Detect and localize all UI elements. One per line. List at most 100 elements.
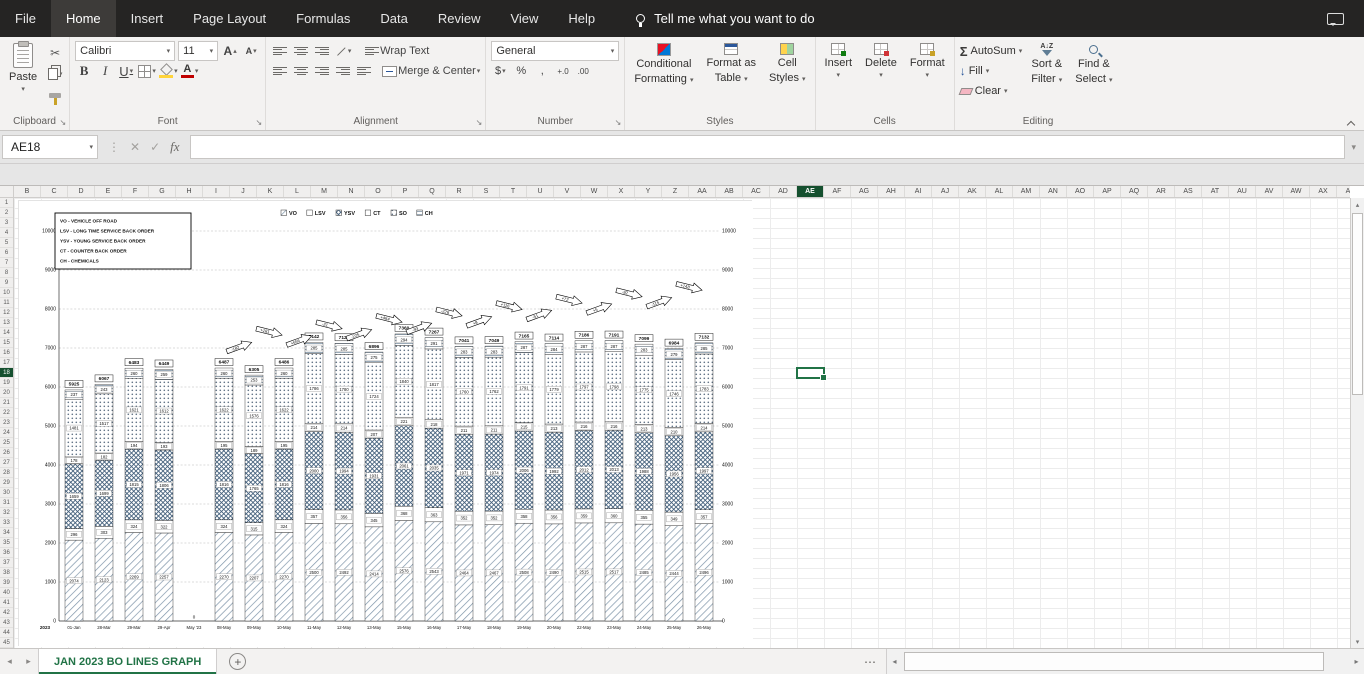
borders-button[interactable]: ▾ <box>138 62 156 80</box>
column-header-W[interactable]: W <box>581 186 608 197</box>
column-header-O[interactable]: O <box>365 186 392 197</box>
row-header-23[interactable]: 23 <box>0 418 13 428</box>
column-header-S[interactable]: S <box>473 186 500 197</box>
increase-decimal-button[interactable]: +.0 <box>554 66 571 77</box>
number-dialog-launcher[interactable]: ↘ <box>615 119 622 127</box>
top-align-button[interactable] <box>271 42 289 60</box>
format-as-table-button[interactable]: Format as Table ▾ <box>702 40 760 87</box>
row-header-31[interactable]: 31 <box>0 498 13 508</box>
column-header-AR[interactable]: AR <box>1148 186 1175 197</box>
column-header-AN[interactable]: AN <box>1040 186 1067 197</box>
row-header-6[interactable]: 6 <box>0 248 13 258</box>
comma-style-button[interactable]: , <box>533 62 551 80</box>
ribbon-tab-data[interactable]: Data <box>365 0 422 37</box>
font-color-button[interactable]: A ▾ <box>180 62 199 80</box>
column-header-G[interactable]: G <box>149 186 176 197</box>
row-header-41[interactable]: 41 <box>0 598 13 608</box>
copy-button[interactable]: ▾ <box>46 65 64 83</box>
column-header-AS[interactable]: AS <box>1175 186 1202 197</box>
decrease-font-button[interactable]: A ▾ <box>242 42 260 60</box>
fill-color-button[interactable]: ▾ <box>159 62 178 80</box>
column-header-R[interactable]: R <box>446 186 473 197</box>
row-header-32[interactable]: 32 <box>0 508 13 518</box>
ribbon-tab-view[interactable]: View <box>495 0 553 37</box>
row-header-39[interactable]: 39 <box>0 578 13 588</box>
column-header-AA[interactable]: AA <box>689 186 716 197</box>
column-header-AF[interactable]: AF <box>824 186 851 197</box>
formula-input[interactable] <box>189 135 1346 159</box>
row-header-37[interactable]: 37 <box>0 558 13 568</box>
insert-cells-button[interactable]: Insert ▾ <box>821 40 857 82</box>
scroll-left-arrow-icon[interactable]: ◂ <box>887 657 902 666</box>
row-header-21[interactable]: 21 <box>0 398 13 408</box>
new-sheet-button[interactable]: + <box>229 653 247 670</box>
next-sheet-arrow-icon[interactable]: ▸ <box>19 656 38 667</box>
column-header-AO[interactable]: AO <box>1067 186 1094 197</box>
column-header-Y[interactable]: Y <box>635 186 662 197</box>
column-header-AH[interactable]: AH <box>878 186 905 197</box>
row-header-30[interactable]: 30 <box>0 488 13 498</box>
row-header-4[interactable]: 4 <box>0 228 13 238</box>
row-header-43[interactable]: 43 <box>0 618 13 628</box>
row-header-10[interactable]: 10 <box>0 288 13 298</box>
font-name-combo[interactable]: Calibri ▾ <box>75 41 176 61</box>
comments-icon[interactable] <box>1327 12 1344 26</box>
insert-function-button[interactable]: fx <box>170 139 179 155</box>
active-sheet-tab[interactable]: JAN 2023 BO LINES GRAPH <box>38 649 218 674</box>
middle-align-button[interactable] <box>292 42 310 60</box>
column-header-N[interactable]: N <box>338 186 365 197</box>
row-header-18[interactable]: 18 <box>0 368 13 378</box>
align-right-button[interactable] <box>313 62 331 80</box>
ribbon-tab-page-layout[interactable]: Page Layout <box>178 0 281 37</box>
row-header-38[interactable]: 38 <box>0 568 13 578</box>
ribbon-tab-home[interactable]: Home <box>50 0 116 37</box>
row-header-14[interactable]: 14 <box>0 328 13 338</box>
row-header-16[interactable]: 16 <box>0 348 13 358</box>
font-size-combo[interactable]: 11 ▾ <box>178 41 219 61</box>
column-header-AT[interactable]: AT <box>1202 186 1229 197</box>
column-header-V[interactable]: V <box>554 186 581 197</box>
orientation-button[interactable]: ▾ <box>334 42 352 60</box>
bold-button[interactable]: B <box>75 62 93 80</box>
increase-indent-button[interactable] <box>355 62 373 80</box>
row-header-20[interactable]: 20 <box>0 388 13 398</box>
horizontal-scrollbar[interactable]: ◂ ▸ <box>886 649 1364 674</box>
row-header-42[interactable]: 42 <box>0 608 13 618</box>
column-header-AK[interactable]: AK <box>959 186 986 197</box>
column-header-I[interactable]: I <box>203 186 230 197</box>
expand-formula-bar-button[interactable]: ▾ <box>1345 142 1362 152</box>
horizontal-scroll-thumb[interactable] <box>904 652 1324 671</box>
cell-grid[interactable]: 0 0 1000 1000 2000 2000 3000 3000 4000 4000 5000 50… <box>14 198 1350 648</box>
column-header-AE[interactable]: AE <box>797 186 824 197</box>
increase-font-button[interactable]: A ▴ <box>221 42 239 60</box>
column-header-AB[interactable]: AB <box>716 186 743 197</box>
row-header-29[interactable]: 29 <box>0 478 13 488</box>
column-header-U[interactable]: U <box>527 186 554 197</box>
scroll-right-arrow-icon[interactable]: ▸ <box>1349 657 1364 666</box>
ribbon-tab-formulas[interactable]: Formulas <box>281 0 365 37</box>
row-header-7[interactable]: 7 <box>0 258 13 268</box>
format-cells-button[interactable]: Format ▾ <box>906 40 949 82</box>
column-header-AC[interactable]: AC <box>743 186 770 197</box>
sort-filter-button[interactable]: A↓Z Sort & Filter ▾ <box>1027 40 1066 88</box>
column-header-F[interactable]: F <box>122 186 149 197</box>
row-header-9[interactable]: 9 <box>0 278 13 288</box>
column-header-B[interactable]: B <box>14 186 41 197</box>
column-header-Z[interactable]: Z <box>662 186 689 197</box>
row-header-12[interactable]: 12 <box>0 308 13 318</box>
row-header-36[interactable]: 36 <box>0 548 13 558</box>
align-center-button[interactable] <box>292 62 310 80</box>
vertical-scrollbar[interactable]: ▴ ▾ <box>1350 198 1364 648</box>
column-header-AL[interactable]: AL <box>986 186 1013 197</box>
column-header-C[interactable]: C <box>41 186 68 197</box>
column-header-X[interactable]: X <box>608 186 635 197</box>
format-painter-button[interactable] <box>46 86 64 105</box>
column-header-AV[interactable]: AV <box>1256 186 1283 197</box>
row-header-1[interactable]: 1 <box>0 198 13 208</box>
fill-button[interactable]: ↓ Fill ▾ <box>960 62 1023 80</box>
cell-styles-button[interactable]: Cell Styles ▾ <box>765 40 810 87</box>
row-header-11[interactable]: 11 <box>0 298 13 308</box>
paste-button[interactable]: Paste ▾ <box>5 40 41 96</box>
horizontal-scroll-track[interactable] <box>902 649 1349 674</box>
column-header-AQ[interactable]: AQ <box>1121 186 1148 197</box>
